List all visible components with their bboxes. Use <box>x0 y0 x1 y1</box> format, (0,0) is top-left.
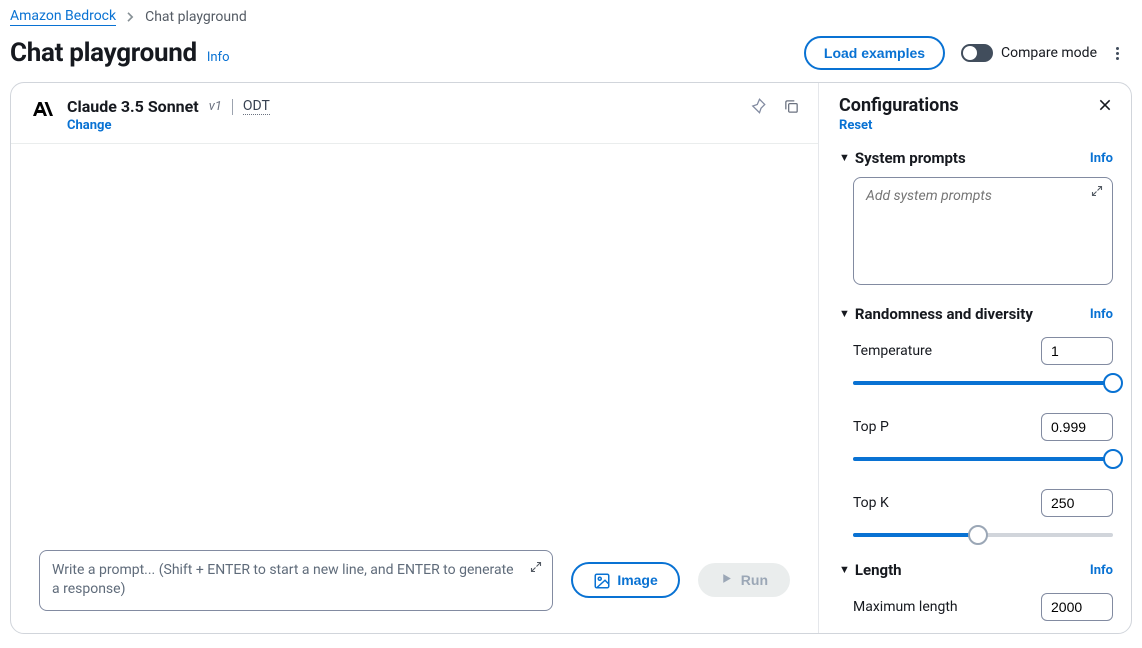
triangle-down-icon[interactable]: ▼ <box>839 563 850 576</box>
maxlen-input[interactable] <box>1041 593 1113 621</box>
maxlen-label: Maximum length <box>853 599 958 615</box>
config-title: Configurations <box>839 95 959 116</box>
triangle-down-icon[interactable]: ▼ <box>839 151 850 164</box>
length-section: ▼ Length Info Maximum length <box>839 561 1113 625</box>
compare-mode-toggle[interactable] <box>961 44 993 62</box>
expand-icon[interactable] <box>530 561 542 577</box>
info-link[interactable]: Info <box>207 50 230 65</box>
close-icon[interactable] <box>1097 97 1113 118</box>
model-bar: Claude 3.5 Sonnet v1 ODT Change <box>11 83 818 144</box>
run-button-label: Run <box>741 572 768 588</box>
broom-icon[interactable] <box>749 97 767 119</box>
input-row: Write a prompt... (Shift + ENTER to star… <box>11 534 818 633</box>
model-version: v1 <box>209 99 222 114</box>
breadcrumb-root[interactable]: Amazon Bedrock <box>10 8 116 26</box>
breadcrumb: Amazon Bedrock Chat playground <box>0 0 1142 30</box>
randomness-section: ▼ Randomness and diversity Info Temperatu… <box>839 305 1113 543</box>
run-button: Run <box>698 563 790 597</box>
temperature-slider[interactable] <box>853 375 1113 391</box>
image-button[interactable]: Image <box>571 562 679 598</box>
topp-slider[interactable] <box>853 451 1113 467</box>
page-header: Chat playground Info Load examples Compa… <box>0 30 1142 82</box>
separator <box>232 99 233 115</box>
compare-mode-label: Compare mode <box>1001 45 1097 61</box>
triangle-down-icon[interactable]: ▼ <box>839 307 850 320</box>
copy-icon[interactable] <box>783 98 800 119</box>
more-actions-button[interactable] <box>1113 44 1122 63</box>
system-prompt-textarea[interactable] <box>853 177 1113 285</box>
load-examples-button[interactable]: Load examples <box>804 36 945 70</box>
breadcrumb-current: Chat playground <box>145 9 247 25</box>
section-title: Randomness and diversity <box>855 305 1033 323</box>
chat-area: Claude 3.5 Sonnet v1 ODT Change Write a … <box>11 83 819 633</box>
info-link[interactable]: Info <box>1090 307 1113 322</box>
expand-icon[interactable] <box>1091 185 1103 201</box>
topk-label: Top K <box>853 495 889 511</box>
model-odt-label: ODT <box>243 98 270 115</box>
configurations-panel: Configurations Reset ▼ System prompts Inf… <box>819 83 1131 633</box>
page-title: Chat playground <box>10 38 197 68</box>
prompt-placeholder: Write a prompt... (Shift + ENTER to star… <box>52 561 516 600</box>
section-title: System prompts <box>855 149 966 167</box>
image-button-label: Image <box>617 572 657 588</box>
image-icon <box>593 572 609 588</box>
topp-label: Top P <box>853 419 889 435</box>
change-model-link[interactable]: Change <box>67 118 270 133</box>
model-name: Claude 3.5 Sonnet <box>67 97 199 116</box>
anthropic-logo-icon <box>31 98 55 122</box>
temperature-input[interactable] <box>1041 337 1113 365</box>
main-panel: Claude 3.5 Sonnet v1 ODT Change Write a … <box>10 82 1132 634</box>
prompt-input[interactable]: Write a prompt... (Shift + ENTER to star… <box>39 550 553 611</box>
system-prompts-section: ▼ System prompts Info <box>839 149 1113 289</box>
section-title: Length <box>855 561 902 579</box>
temperature-label: Temperature <box>853 343 932 359</box>
topk-slider[interactable] <box>853 527 1113 543</box>
chevron-right-icon <box>126 11 135 25</box>
info-link[interactable]: Info <box>1090 151 1113 166</box>
chat-messages-area <box>11 144 818 534</box>
topp-input[interactable] <box>1041 413 1113 441</box>
play-icon <box>720 572 733 588</box>
topk-input[interactable] <box>1041 489 1113 517</box>
info-link[interactable]: Info <box>1090 563 1113 578</box>
reset-link[interactable]: Reset <box>839 118 872 133</box>
